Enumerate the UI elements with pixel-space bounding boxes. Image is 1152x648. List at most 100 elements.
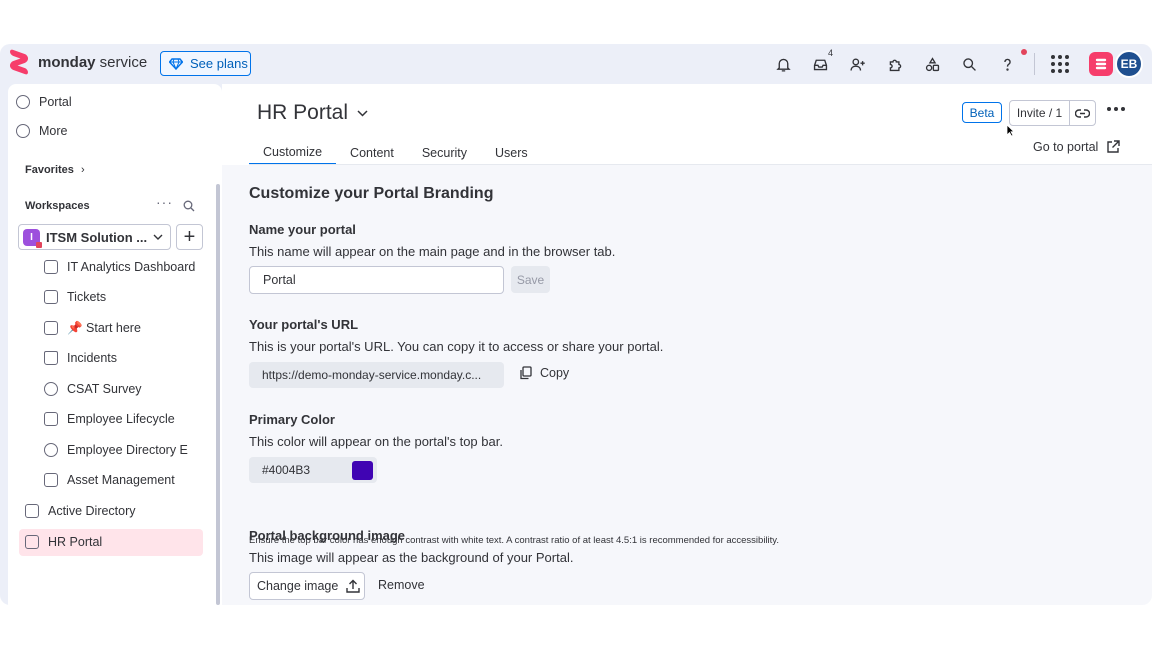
copy-url-button[interactable]: Copy xyxy=(519,366,569,380)
more-options-icon[interactable] xyxy=(1107,107,1125,111)
sidebar-item-tickets[interactable]: Tickets xyxy=(44,284,106,310)
invite-member-icon[interactable] xyxy=(846,53,868,75)
help-icon[interactable] xyxy=(996,53,1018,75)
invite-label: Invite / 1 xyxy=(1010,101,1070,125)
sidebar-item-label: CSAT Survey xyxy=(67,382,142,396)
workspace-selector[interactable]: I ITSM Solution ... xyxy=(18,224,171,250)
people-icon xyxy=(44,443,58,457)
doc-icon xyxy=(44,321,58,335)
sidebar-scrollbar[interactable] xyxy=(216,184,220,605)
background-image-description: This image will appear as the background… xyxy=(249,550,574,565)
app-logo[interactable]: monday service xyxy=(10,48,148,76)
sidebar-item-label: Employee Directory E xyxy=(67,443,188,457)
portal-icon xyxy=(25,535,39,549)
app-name: monday service xyxy=(38,53,148,71)
workspace-search-icon[interactable] xyxy=(183,200,195,212)
workspaces-header: Workspaces xyxy=(25,200,90,212)
sidebar-item-start-here[interactable]: 📌 Start here xyxy=(44,315,141,341)
beta-badge: Beta xyxy=(962,102,1002,123)
sidebar-item-label: Asset Management xyxy=(67,473,175,487)
sidebar-item-label: Portal xyxy=(39,95,72,109)
top-bar: monday service See plans 4 EB xyxy=(0,44,1152,84)
name-label: Name your portal xyxy=(249,222,356,237)
tab-security[interactable]: Security xyxy=(408,140,481,165)
primary-color-description: This color will appear on the portal's t… xyxy=(249,434,503,449)
sidebar: Portal More Favorites › Workspaces ··· I… xyxy=(8,84,222,605)
primary-color-label: Primary Color xyxy=(249,412,335,427)
portal-name-input[interactable]: Portal xyxy=(249,266,504,294)
sidebar-item-label: Employee Lifecycle xyxy=(67,412,175,426)
sidebar-item-employee-lifecycle[interactable]: Employee Lifecycle xyxy=(44,406,175,432)
board-icon xyxy=(44,473,58,487)
mouse-cursor-icon xyxy=(1006,124,1015,137)
diamond-icon xyxy=(169,57,183,70)
add-item-button[interactable]: + xyxy=(176,224,203,250)
tab-users[interactable]: Users xyxy=(481,140,542,165)
copy-icon xyxy=(520,366,532,380)
help-notification-dot xyxy=(1021,49,1027,55)
sidebar-item-asset-management[interactable]: Asset Management xyxy=(44,467,175,493)
topbar-divider xyxy=(1034,53,1035,75)
sidebar-item-it-analytics[interactable]: IT Analytics Dashboard xyxy=(44,254,195,280)
background-image-label: Portal background image xyxy=(249,528,406,543)
page-title[interactable]: HR Portal xyxy=(257,101,368,125)
external-link-icon xyxy=(1107,140,1121,153)
warning-icon xyxy=(44,351,58,365)
sidebar-item-label: Incidents xyxy=(67,351,118,365)
gauge-icon xyxy=(44,382,58,396)
section-heading: Customize your Portal Branding xyxy=(249,185,494,202)
more-circle-icon xyxy=(16,124,30,138)
chevron-down-icon xyxy=(153,234,163,240)
notifications-bell-icon[interactable] xyxy=(772,53,794,75)
url-description: This is your portal's URL. You can copy … xyxy=(249,339,664,354)
sidebar-item-label: Tickets xyxy=(67,290,107,304)
shapes-icon xyxy=(25,504,39,518)
chevron-right-icon: › xyxy=(80,164,85,176)
main-panel: HR Portal Beta Invite / 1 Customize Cont… xyxy=(222,84,1152,605)
upload-icon xyxy=(346,579,361,593)
sidebar-item-employee-directory[interactable]: Employee Directory E xyxy=(44,437,188,463)
globe-icon xyxy=(16,95,30,109)
tab-content[interactable]: Content xyxy=(336,140,408,165)
url-label: Your portal's URL xyxy=(249,317,359,332)
sidebar-item-hr-portal[interactable]: HR Portal xyxy=(25,529,102,555)
app-window: monday service See plans 4 EB Portal Mor… xyxy=(0,44,1152,605)
sidebar-item-incidents[interactable]: Incidents xyxy=(44,345,117,371)
sidebar-item-more[interactable]: More xyxy=(16,118,67,144)
monday-logo-icon xyxy=(10,48,28,76)
copy-link-icon[interactable] xyxy=(1070,108,1095,118)
save-button[interactable]: Save xyxy=(511,266,550,293)
inbox-count-badge: 4 xyxy=(828,48,834,58)
see-plans-button[interactable]: See plans xyxy=(160,51,251,76)
chevron-down-icon xyxy=(357,110,368,117)
search-icon[interactable] xyxy=(958,53,980,75)
integrations-puzzle-icon[interactable] xyxy=(884,53,906,75)
remove-image-button[interactable]: Remove xyxy=(378,578,425,592)
change-image-button[interactable]: Change image xyxy=(249,572,365,600)
board-icon xyxy=(44,412,58,426)
product-switcher-icon[interactable] xyxy=(1089,52,1113,76)
portal-url-field: https://demo-monday-service.monday.c... xyxy=(249,362,504,388)
tickets-icon xyxy=(44,290,58,304)
invite-button[interactable]: Invite / 1 xyxy=(1009,100,1096,126)
apps-grid-icon[interactable] xyxy=(1051,55,1069,73)
tab-customize[interactable]: Customize xyxy=(249,140,337,165)
workspace-name: ITSM Solution ... xyxy=(46,229,148,245)
sidebar-item-csat-survey[interactable]: CSAT Survey xyxy=(44,376,142,402)
favorites-header[interactable]: Favorites › xyxy=(25,164,85,176)
go-to-portal-link[interactable]: Go to portal xyxy=(1033,140,1121,154)
workspace-options-icon[interactable]: ··· xyxy=(156,194,173,210)
sidebar-item-portal[interactable]: Portal xyxy=(16,89,72,115)
sidebar-item-active-directory[interactable]: Active Directory xyxy=(25,498,136,524)
templates-shapes-icon[interactable] xyxy=(921,53,943,75)
sidebar-item-label: IT Analytics Dashboard xyxy=(67,260,196,274)
user-avatar[interactable]: EB xyxy=(1115,50,1143,78)
sidebar-item-label: HR Portal xyxy=(48,535,103,549)
name-description: This name will appear on the main page a… xyxy=(249,244,616,259)
workspace-tile: I xyxy=(23,228,42,248)
sidebar-item-label: More xyxy=(39,124,68,138)
color-swatch[interactable] xyxy=(352,461,373,480)
tab-bar: Customize Content Security Users xyxy=(249,140,542,165)
sidebar-item-label: 📌 Start here xyxy=(67,320,141,335)
see-plans-label: See plans xyxy=(190,56,248,71)
